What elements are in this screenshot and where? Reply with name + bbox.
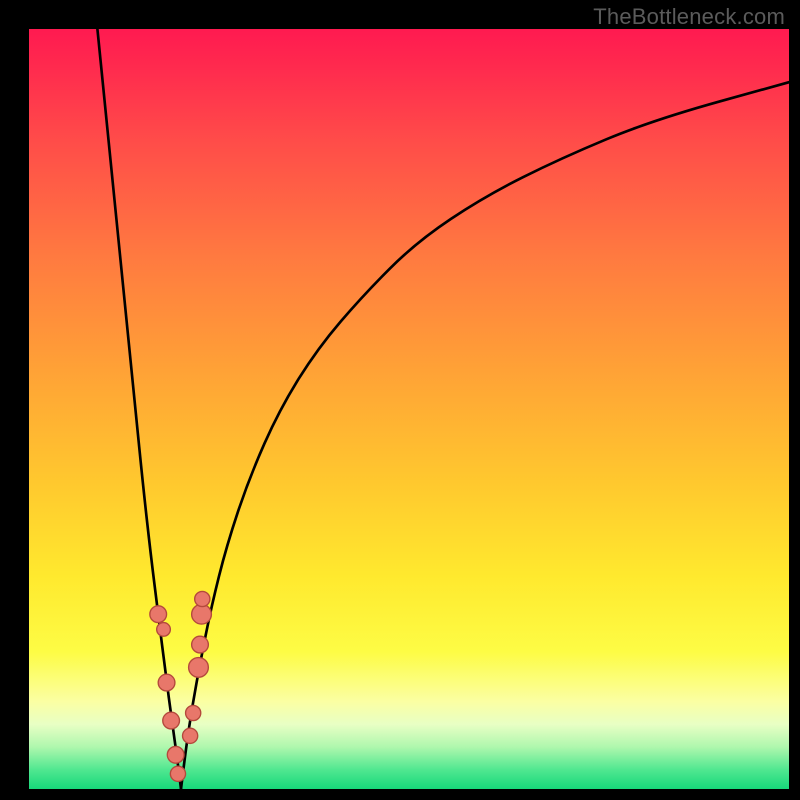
data-point: [186, 705, 201, 720]
data-point: [158, 674, 175, 691]
plot-background: [29, 29, 789, 789]
data-point: [195, 591, 210, 606]
data-point: [183, 728, 198, 743]
data-point: [157, 623, 171, 637]
bottleneck-plot: [29, 29, 789, 789]
data-point: [163, 712, 180, 729]
data-point: [170, 766, 185, 781]
data-point: [150, 606, 167, 623]
data-point: [192, 604, 212, 624]
data-point: [192, 636, 209, 653]
data-point: [189, 658, 209, 678]
data-point: [167, 746, 184, 763]
watermark-text: TheBottleneck.com: [593, 4, 785, 30]
chart-frame: TheBottleneck.com: [0, 0, 800, 800]
